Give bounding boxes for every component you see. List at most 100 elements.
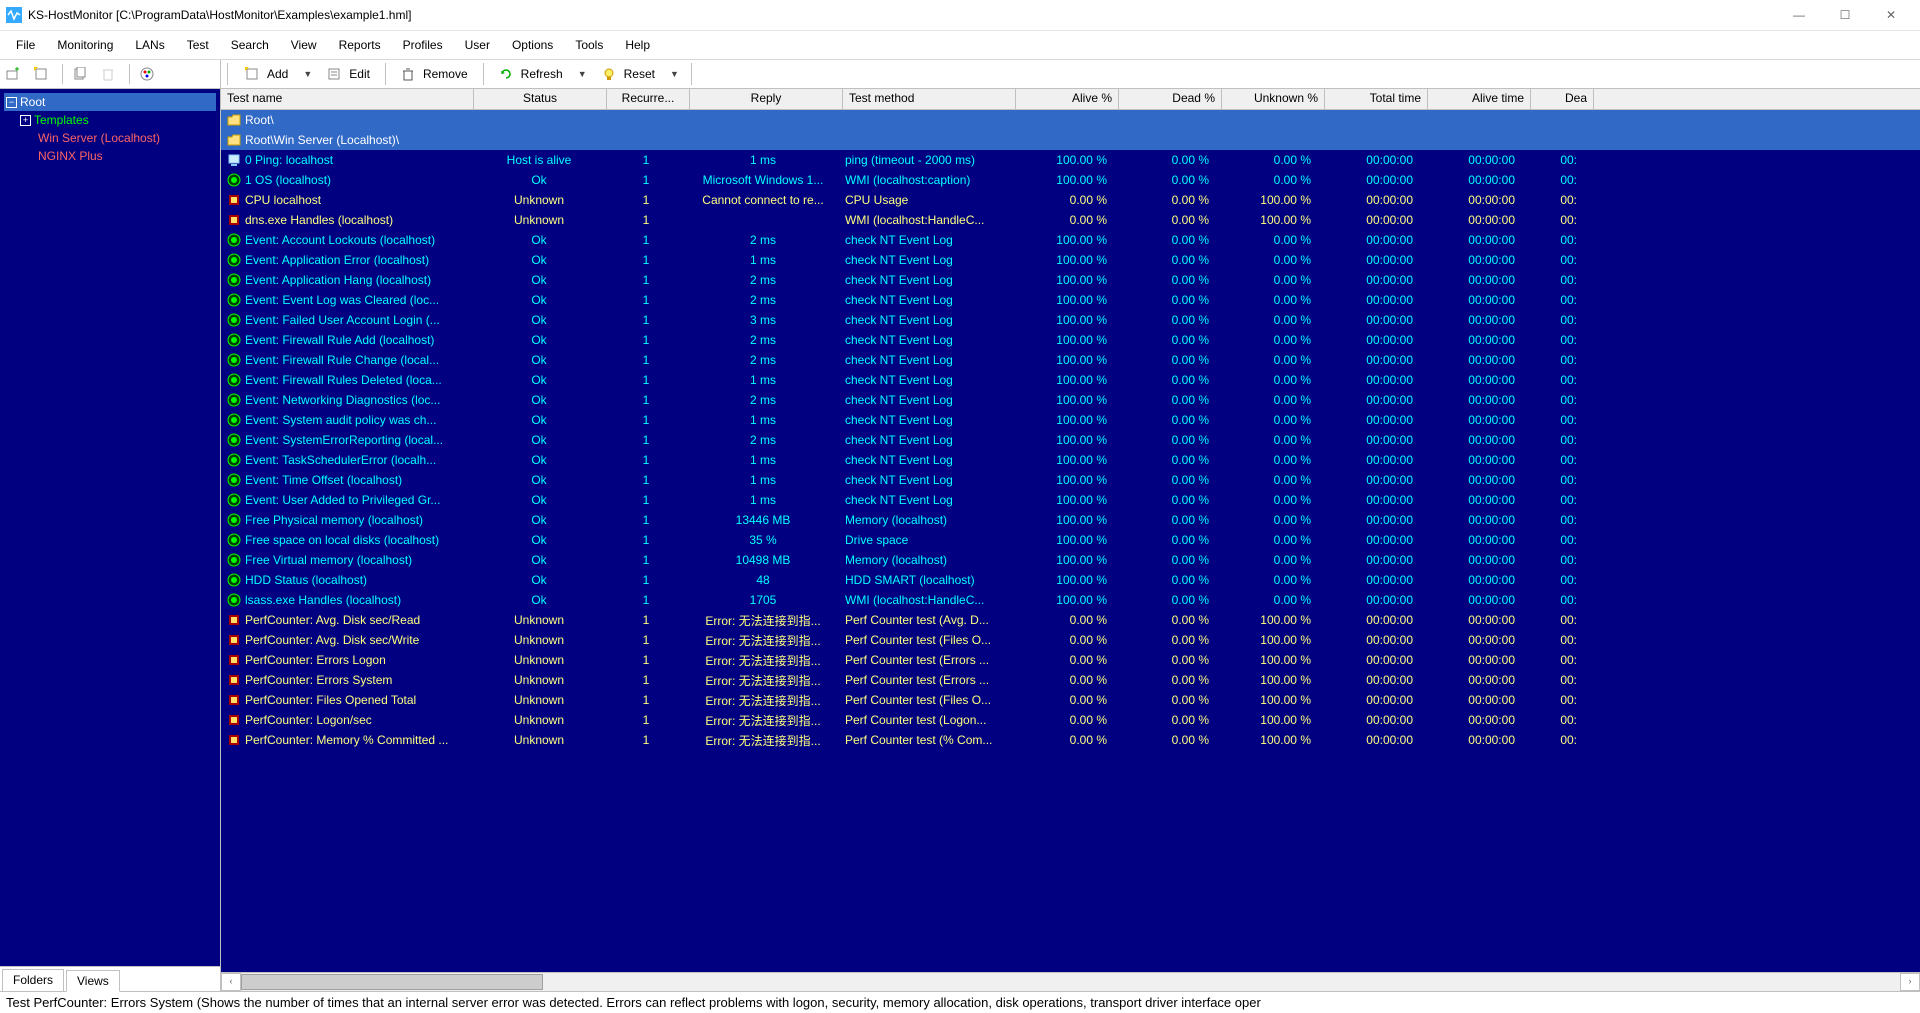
scroll-left-button[interactable]: ‹ <box>221 973 241 991</box>
test-row[interactable]: PerfCounter: Files Opened TotalUnknown1E… <box>221 690 1920 710</box>
column-header[interactable]: Reply <box>690 89 843 109</box>
refresh-button[interactable]: Refresh <box>492 64 570 84</box>
test-row[interactable]: Event: TaskSchedulerError (localh...Ok11… <box>221 450 1920 470</box>
new-folder-icon[interactable] <box>6 67 20 81</box>
tab-folders[interactable]: Folders <box>2 969 64 991</box>
test-row[interactable]: HDD Status (localhost)Ok148HDD SMART (lo… <box>221 570 1920 590</box>
maximize-button[interactable]: ☐ <box>1822 0 1868 30</box>
copy-icon[interactable] <box>73 67 87 81</box>
delete-icon[interactable] <box>101 67 115 81</box>
test-row[interactable]: Event: Networking Diagnostics (loc...Ok1… <box>221 390 1920 410</box>
test-row[interactable]: Event: System audit policy was ch...Ok11… <box>221 410 1920 430</box>
menu-view[interactable]: View <box>281 35 327 55</box>
palette-icon[interactable] <box>140 67 154 81</box>
status-icon <box>227 473 241 487</box>
remove-button[interactable]: Remove <box>394 64 475 84</box>
test-row[interactable]: PerfCounter: Logon/secUnknown1Error: 无法连… <box>221 710 1920 730</box>
left-tabs: Folders Views <box>0 966 220 991</box>
status-icon <box>227 173 241 187</box>
column-header[interactable]: Test name <box>221 89 474 109</box>
status-icon <box>227 653 241 667</box>
menu-search[interactable]: Search <box>221 35 279 55</box>
menu-monitoring[interactable]: Monitoring <box>47 35 123 55</box>
test-row[interactable]: CPU localhostUnknown1Cannot connect to r… <box>221 190 1920 210</box>
test-row[interactable]: dns.exe Handles (localhost)Unknown1WMI (… <box>221 210 1920 230</box>
status-icon <box>227 233 241 247</box>
tree-templates[interactable]: +Templates <box>4 111 216 129</box>
test-row[interactable]: Event: User Added to Privileged Gr...Ok1… <box>221 490 1920 510</box>
column-header[interactable]: Unknown % <box>1222 89 1325 109</box>
folder-tree[interactable]: −Root +Templates Win Server (Localhost) … <box>0 89 220 966</box>
column-header[interactable]: Alive % <box>1016 89 1119 109</box>
menu-reports[interactable]: Reports <box>329 35 391 55</box>
menu-profiles[interactable]: Profiles <box>393 35 453 55</box>
column-header[interactable]: Test method <box>843 89 1016 109</box>
window-title: KS-HostMonitor [C:\ProgramData\HostMonit… <box>28 8 411 22</box>
tree-winserver[interactable]: Win Server (Localhost) <box>4 129 216 147</box>
test-row[interactable]: Event: Firewall Rule Add (localhost)Ok12… <box>221 330 1920 350</box>
tab-views[interactable]: Views <box>66 970 120 992</box>
toolbar: Add ▼ Edit Remove Refresh ▼ Reset ▼ <box>221 60 1920 89</box>
status-icon <box>227 353 241 367</box>
column-header[interactable]: Dea <box>1531 89 1594 109</box>
tree-nginx[interactable]: NGINX Plus <box>4 147 216 165</box>
status-icon <box>227 693 241 707</box>
column-header[interactable]: Total time <box>1325 89 1428 109</box>
test-row[interactable]: Free space on local disks (localhost)Ok1… <box>221 530 1920 550</box>
test-row[interactable]: PerfCounter: Avg. Disk sec/WriteUnknown1… <box>221 630 1920 650</box>
menu-test[interactable]: Test <box>177 35 219 55</box>
test-row[interactable]: PerfCounter: Errors LogonUnknown1Error: … <box>221 650 1920 670</box>
column-header[interactable]: Alive time <box>1428 89 1531 109</box>
test-row[interactable]: lsass.exe Handles (localhost)Ok11705WMI … <box>221 590 1920 610</box>
add-dropdown[interactable]: ▼ <box>299 69 316 79</box>
menu-file[interactable]: File <box>6 35 45 55</box>
tree-root[interactable]: −Root <box>4 93 216 111</box>
menu-help[interactable]: Help <box>615 35 660 55</box>
test-row[interactable]: 0 Ping: localhostHost is alive11 msping … <box>221 150 1920 170</box>
menu-user[interactable]: User <box>455 35 500 55</box>
column-header[interactable]: Status <box>474 89 607 109</box>
scroll-thumb[interactable] <box>241 974 543 990</box>
group-row[interactable]: Root\ <box>221 110 1920 130</box>
grid-body[interactable]: Root\Root\Win Server (Localhost)\0 Ping:… <box>221 110 1920 972</box>
trash-icon <box>401 67 415 81</box>
add-button[interactable]: Add <box>238 64 295 84</box>
status-icon <box>227 733 241 747</box>
app-icon <box>6 7 22 23</box>
column-header[interactable]: Dead % <box>1119 89 1222 109</box>
test-row[interactable]: Free Physical memory (localhost)Ok113446… <box>221 510 1920 530</box>
test-row[interactable]: PerfCounter: Errors SystemUnknown1Error:… <box>221 670 1920 690</box>
refresh-dropdown[interactable]: ▼ <box>574 69 591 79</box>
close-button[interactable]: ✕ <box>1868 0 1914 30</box>
test-row[interactable]: Event: SystemErrorReporting (local...Ok1… <box>221 430 1920 450</box>
menu-lans[interactable]: LANs <box>125 35 174 55</box>
horizontal-scrollbar[interactable]: ‹ › <box>221 972 1920 991</box>
status-icon <box>227 493 241 507</box>
test-row[interactable]: Event: Event Log was Cleared (loc...Ok12… <box>221 290 1920 310</box>
test-row[interactable]: Free Virtual memory (localhost)Ok110498 … <box>221 550 1920 570</box>
menu-tools[interactable]: Tools <box>565 35 613 55</box>
test-row[interactable]: Event: Account Lockouts (localhost)Ok12 … <box>221 230 1920 250</box>
test-row[interactable]: 1 OS (localhost)Ok1Microsoft Windows 1..… <box>221 170 1920 190</box>
menu-options[interactable]: Options <box>502 35 563 55</box>
test-row[interactable]: PerfCounter: Memory % Committed ...Unkno… <box>221 730 1920 750</box>
test-row[interactable]: Event: Failed User Account Login (...Ok1… <box>221 310 1920 330</box>
new-item-icon[interactable] <box>34 67 48 81</box>
test-row[interactable]: Event: Application Hang (localhost)Ok12 … <box>221 270 1920 290</box>
edit-button[interactable]: Edit <box>320 64 377 84</box>
status-icon <box>227 433 241 447</box>
folder-icon <box>227 133 241 147</box>
group-row[interactable]: Root\Win Server (Localhost)\ <box>221 130 1920 150</box>
status-icon <box>227 253 241 267</box>
column-header[interactable]: Recurre... <box>607 89 690 109</box>
test-row[interactable]: PerfCounter: Avg. Disk sec/ReadUnknown1E… <box>221 610 1920 630</box>
test-row[interactable]: Event: Firewall Rule Change (local...Ok1… <box>221 350 1920 370</box>
minimize-button[interactable]: — <box>1776 0 1822 30</box>
reset-button[interactable]: Reset <box>595 64 662 84</box>
test-row[interactable]: Event: Time Offset (localhost)Ok11 msche… <box>221 470 1920 490</box>
grid-header[interactable]: Test nameStatusRecurre...ReplyTest metho… <box>221 89 1920 110</box>
reset-dropdown[interactable]: ▼ <box>666 69 683 79</box>
scroll-right-button[interactable]: › <box>1900 973 1920 991</box>
test-row[interactable]: Event: Application Error (localhost)Ok11… <box>221 250 1920 270</box>
test-row[interactable]: Event: Firewall Rules Deleted (loca...Ok… <box>221 370 1920 390</box>
